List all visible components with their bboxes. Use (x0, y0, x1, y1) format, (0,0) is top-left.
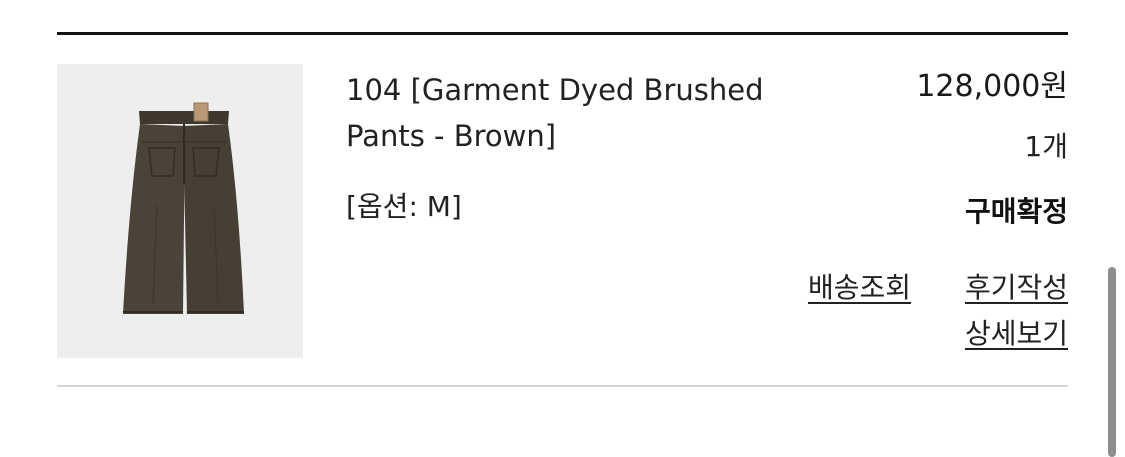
view-details-link[interactable]: 상세보기 (965, 314, 1068, 354)
product-price: 128,000원 (916, 69, 1068, 104)
delivery-tracking-link[interactable]: 배송조회 (808, 268, 911, 308)
vertical-scrollbar[interactable] (1108, 267, 1116, 457)
product-name-link[interactable]: 104 [Garment Dyed Brushed Pants - Brown] (346, 67, 776, 159)
order-status: 구매확정 (964, 195, 1068, 228)
product-quantity: 1개 (1024, 130, 1068, 163)
order-item-bottom-divider (57, 385, 1068, 387)
product-option: [옵션: M] (346, 190, 462, 223)
product-thumbnail[interactable] (57, 64, 303, 358)
brown-pants-photo-icon (123, 102, 244, 314)
order-item-top-divider (57, 32, 1068, 35)
write-review-link[interactable]: 후기작성 (965, 268, 1068, 308)
